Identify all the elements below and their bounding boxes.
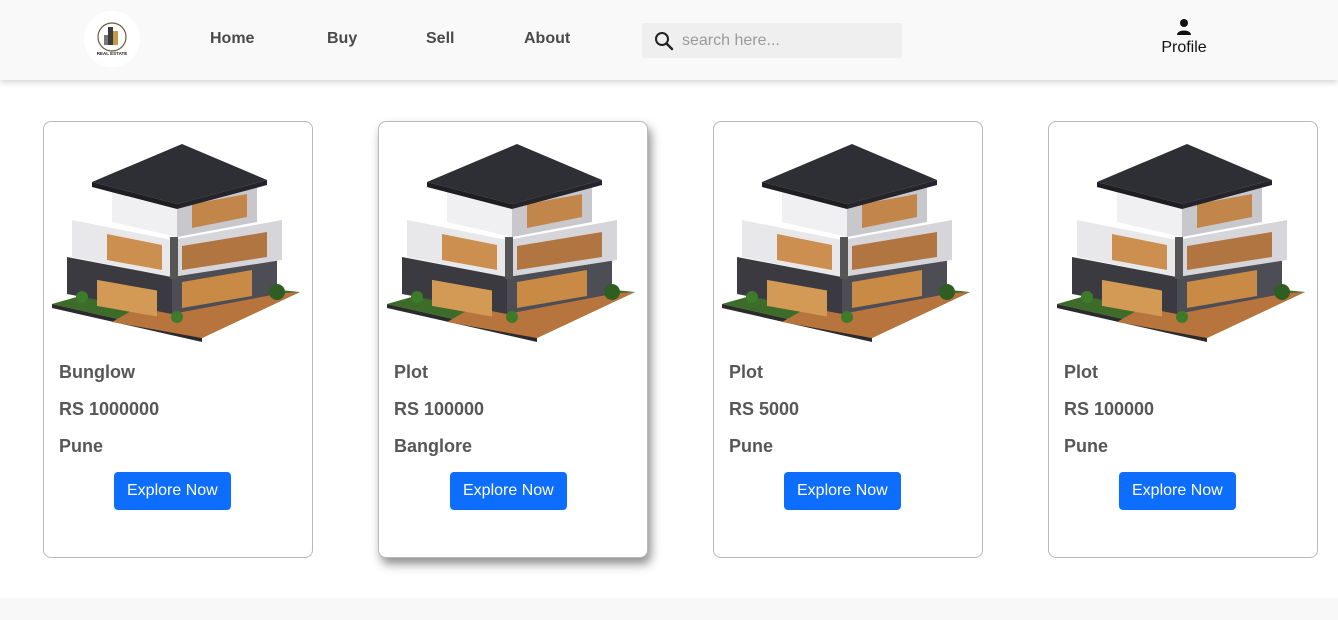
house-image xyxy=(387,142,639,342)
footer xyxy=(0,598,1338,620)
property-price: RS 100000 xyxy=(1064,399,1155,419)
house-image xyxy=(1057,142,1309,342)
property-city: Pune xyxy=(1064,436,1109,456)
explore-now-button[interactable]: Explore Now xyxy=(784,472,901,510)
search-icon[interactable] xyxy=(642,23,682,58)
property-price: RS 100000 xyxy=(394,399,485,419)
property-type: Plot xyxy=(1064,362,1098,382)
nav-buy[interactable]: Buy xyxy=(327,29,357,49)
property-city: Banglore xyxy=(394,436,473,456)
listing-card: Plot RS 100000 Pune Explore Now xyxy=(1048,121,1318,558)
logo-mark: REAL ESTATE xyxy=(97,22,128,56)
property-city: Pune xyxy=(729,436,774,456)
listing-card: Plot RS 5000 Pune Explore Now xyxy=(713,121,983,558)
property-price: RS 1000000 xyxy=(59,399,160,419)
property-price: RS 5000 xyxy=(729,399,800,419)
house-image xyxy=(52,142,304,342)
property-type: Plot xyxy=(729,362,763,382)
house-logo-icon[interactable]: REAL ESTATE xyxy=(84,11,140,67)
listing-card: Plot RS 100000 Banglore Explore Now xyxy=(378,121,648,558)
explore-now-button[interactable]: Explore Now xyxy=(450,472,567,510)
listing-card: Bunglow RS 1000000 Pune Explore Now xyxy=(43,121,313,558)
logo-text: REAL ESTATE xyxy=(97,51,128,56)
profile-button[interactable]: Profile xyxy=(1152,18,1216,57)
nav-sell[interactable]: Sell xyxy=(426,29,454,49)
profile-label: Profile xyxy=(1161,39,1207,56)
explore-now-button[interactable]: Explore Now xyxy=(114,472,231,510)
navbar: REAL ESTATE Home Buy Sell About Profile xyxy=(0,0,1338,80)
property-type: Bunglow xyxy=(59,362,135,382)
explore-now-button[interactable]: Explore Now xyxy=(1119,472,1236,510)
property-city: Pune xyxy=(59,436,104,456)
nav-about[interactable]: About xyxy=(524,29,570,49)
house-image xyxy=(722,142,974,342)
property-type: Plot xyxy=(394,362,428,382)
search-box xyxy=(642,23,902,58)
user-icon xyxy=(1177,19,1191,35)
search-input[interactable] xyxy=(682,23,892,58)
nav-home[interactable]: Home xyxy=(210,29,254,49)
